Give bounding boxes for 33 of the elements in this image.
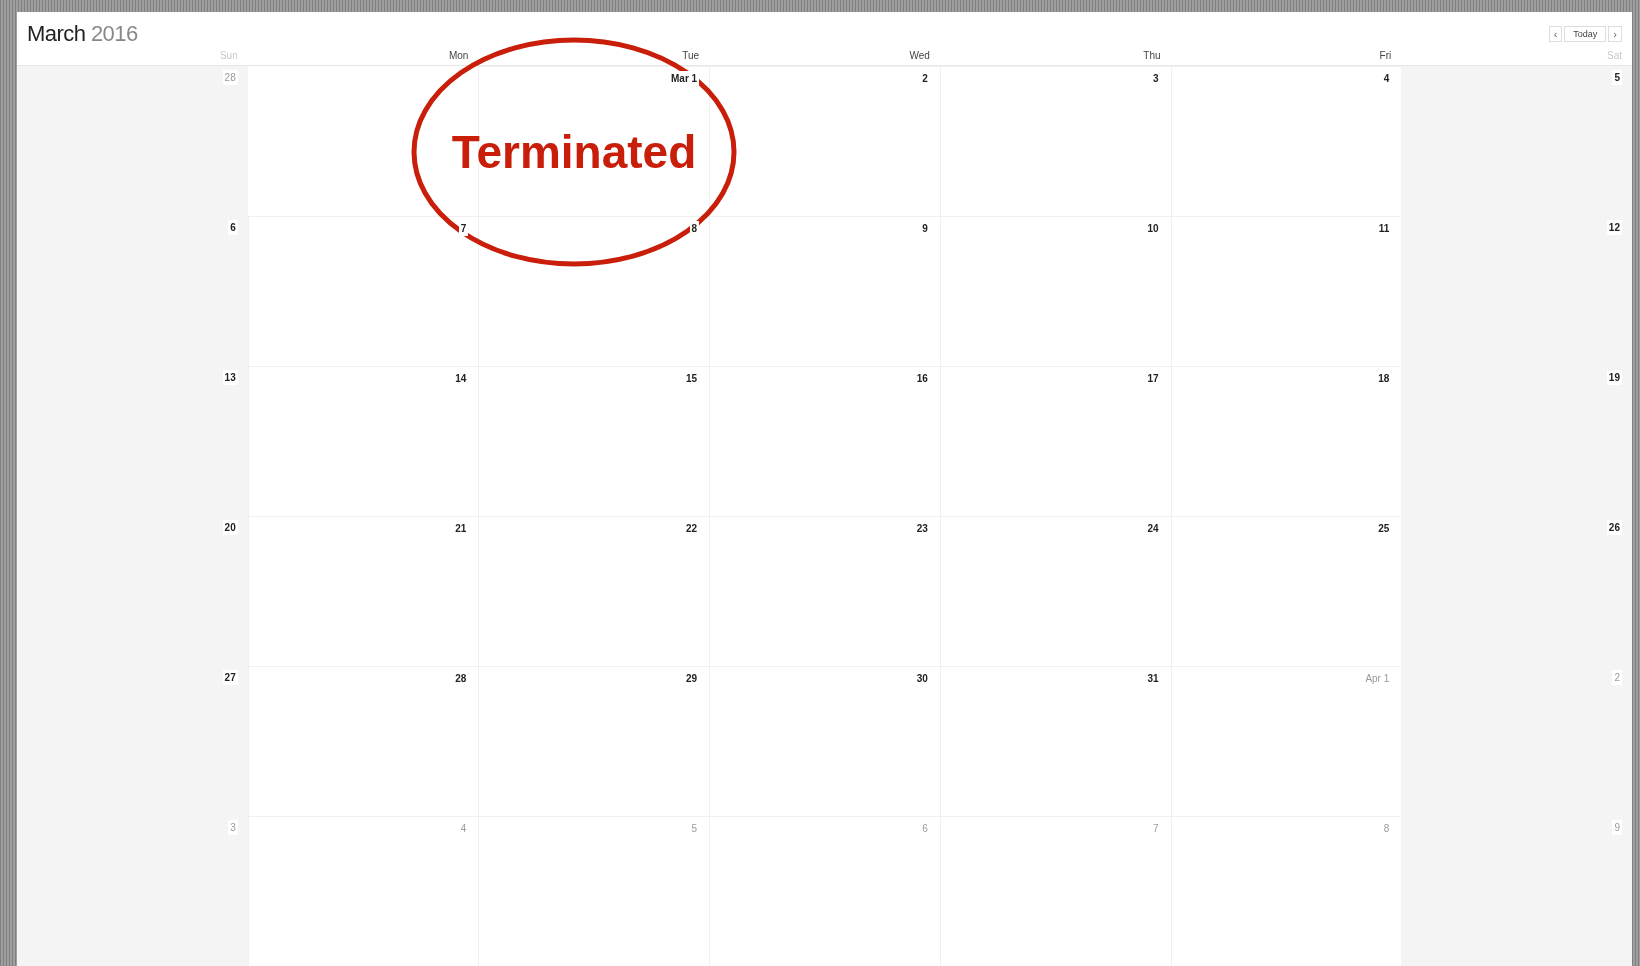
weekday-header: Thu xyxy=(1143,49,1161,63)
date-number: 12 xyxy=(1606,220,1622,235)
weekend-cell[interactable]: 12 xyxy=(1401,216,1632,366)
weekend-cell[interactable]: 5 xyxy=(1401,66,1632,216)
weekend-cell[interactable]: 27 xyxy=(17,666,248,816)
weekend-cell[interactable]: 20 xyxy=(17,516,248,666)
date-number: 6 xyxy=(228,220,238,235)
date-number: 7 xyxy=(458,221,469,236)
weekend-cell[interactable]: 13 xyxy=(17,366,248,516)
date-number: 27 xyxy=(222,670,238,685)
next-button[interactable]: › xyxy=(1608,26,1622,42)
date-number: 3 xyxy=(228,820,238,835)
weekend-cell[interactable]: 6 xyxy=(17,216,248,366)
date-number: 28 xyxy=(222,70,238,85)
weekend-cell[interactable]: 26 xyxy=(1401,516,1632,666)
date-number: Apr 1 xyxy=(1363,671,1392,686)
annotation-text: Terminated xyxy=(451,124,697,180)
date-number: 20 xyxy=(222,520,238,535)
date-number: Mar 1 xyxy=(669,71,700,86)
weekday-header: Tue xyxy=(682,49,700,63)
weekend-cell[interactable]: 19 xyxy=(1401,366,1632,516)
today-button[interactable]: Today xyxy=(1564,26,1607,42)
weekday-header: Mon xyxy=(448,49,469,63)
date-number: 9 xyxy=(1612,820,1622,835)
date-number: 26 xyxy=(1606,520,1622,535)
month-title: March 2016 xyxy=(27,19,138,48)
date-number: 2 xyxy=(1612,670,1622,685)
date-number: 19 xyxy=(1606,370,1622,385)
previous-button[interactable]: ‹ xyxy=(1548,26,1563,42)
weekday-header: Fri xyxy=(1379,49,1392,63)
date-number: 5 xyxy=(1612,70,1622,85)
date-number: 13 xyxy=(222,370,238,385)
weekday-header: Wed xyxy=(909,49,930,63)
